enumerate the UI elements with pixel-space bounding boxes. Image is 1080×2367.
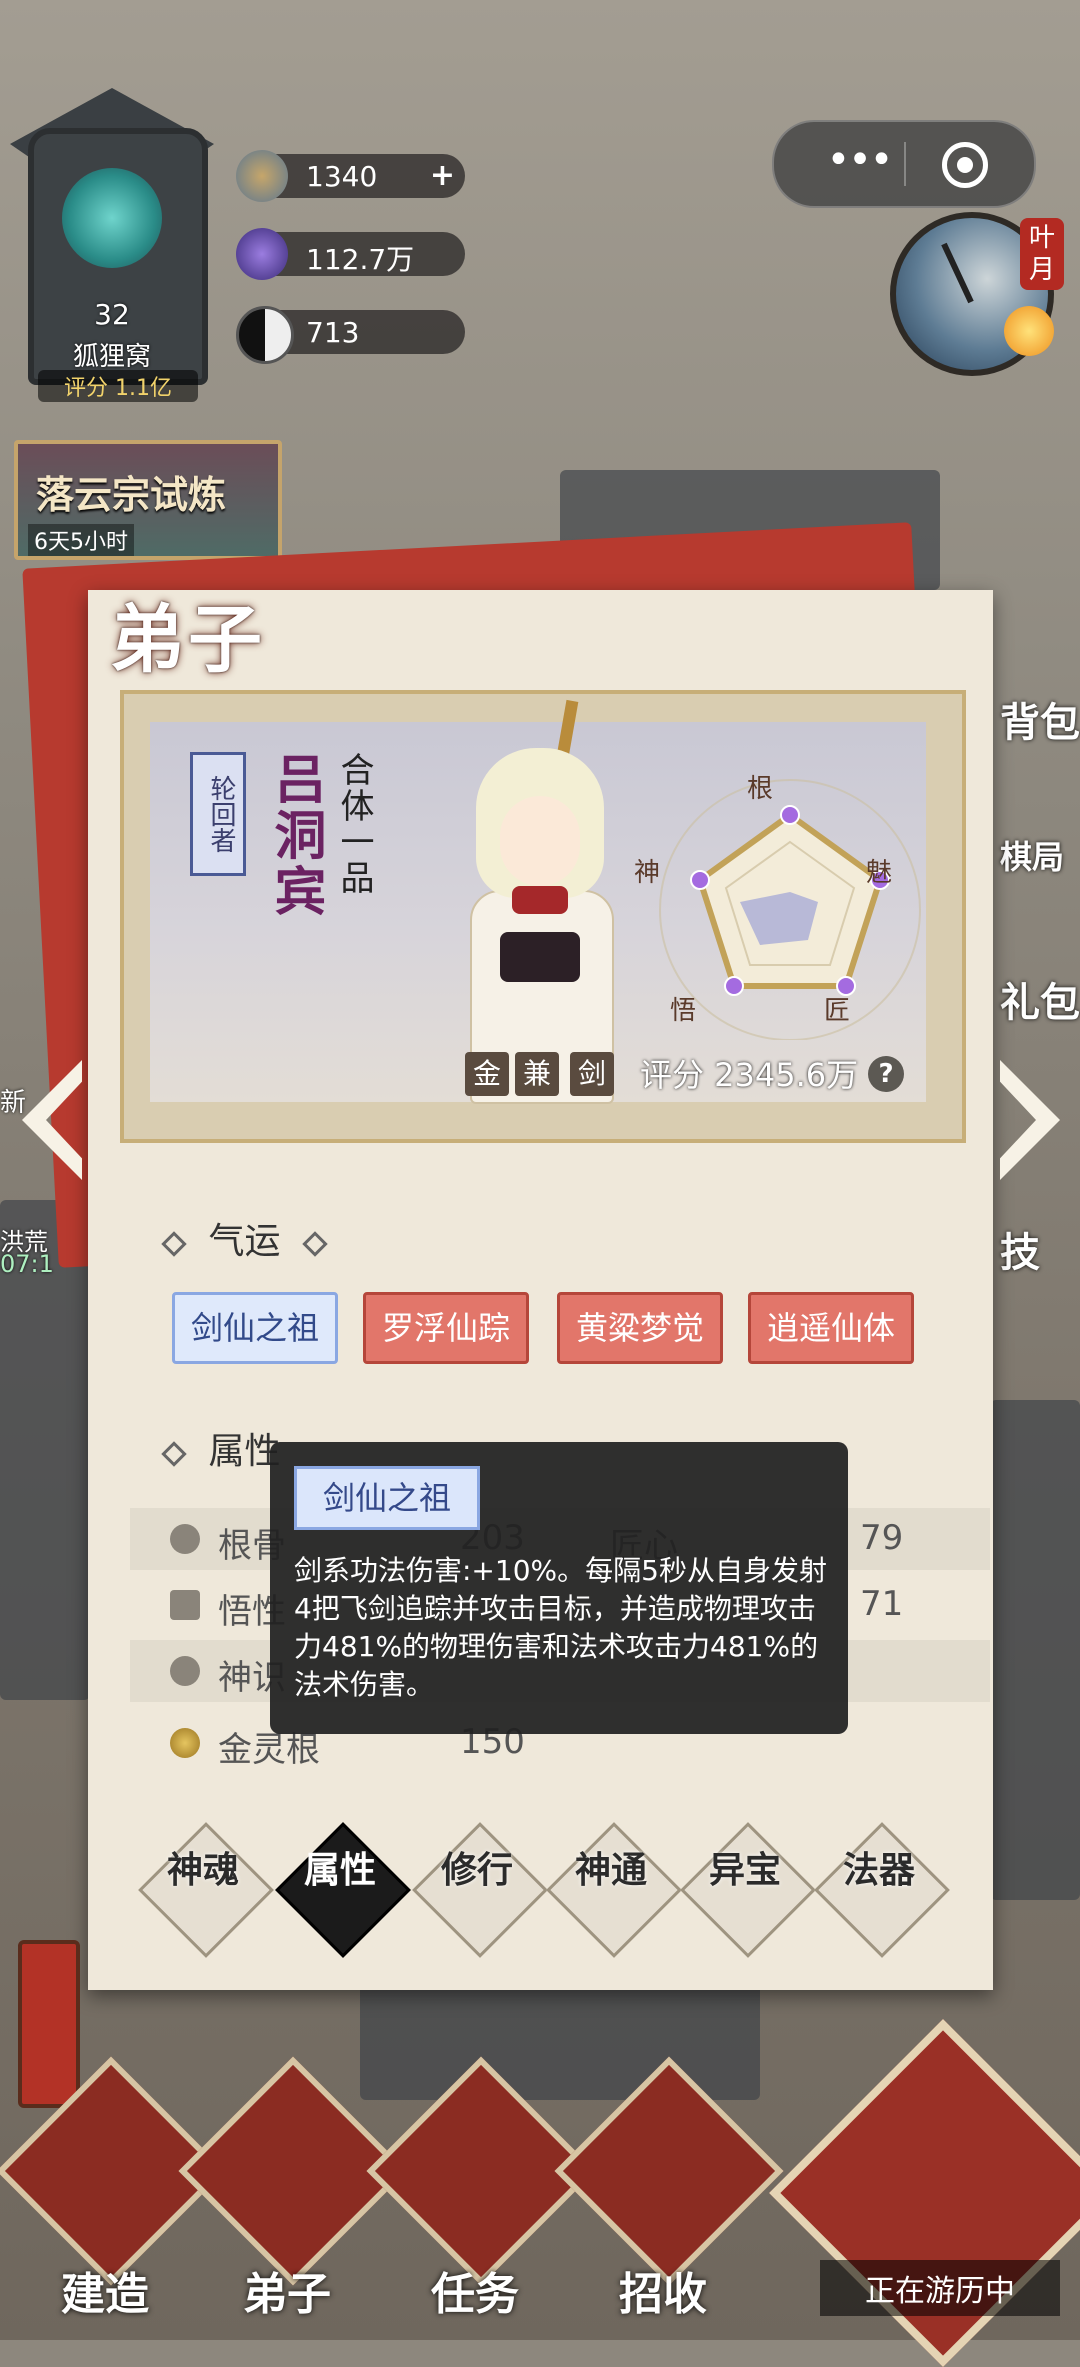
resource-bar-yin-yang[interactable]: 713 [236,306,465,364]
capsule-divider [904,142,906,186]
resource-value: 112.7万 [306,243,415,276]
spirit-sense-icon [170,1656,200,1686]
resource-value: 1340 [306,160,378,193]
background-building [990,1400,1080,1900]
character-figure[interactable] [460,699,620,1110]
background-building [360,1980,760,2100]
character-belt [500,932,580,982]
month-label: 叶月 [1020,218,1064,290]
clock-hand [941,242,974,304]
attributes-section-header: 属性 [161,1422,280,1474]
character-name: 吕洞宾 [265,752,325,920]
insight-book-icon [170,1590,200,1620]
nav-disciples[interactable]: 弟子 [207,2258,367,2322]
attribute-value: 79 [860,1518,904,1558]
tooltip-description: 剑系功法伤害:+10%。每隔5秒从自身发射4把飞剑追踪并攻击目标，并造成物理攻击… [294,1554,827,1701]
more-options-button[interactable]: ••• [804,136,914,192]
fortune-chip-4[interactable]: 逍遥仙体 [748,1292,914,1364]
spirit-stone-icon [236,150,288,202]
tab-attributes[interactable]: 属性 [280,1852,400,1890]
nav-build[interactable]: 建造 [25,2258,185,2322]
character-scarf [512,886,568,914]
fortune-title: 气运 [208,1221,281,1262]
fortune-chip-1[interactable]: 剑仙之祖 [172,1292,338,1364]
metal-root-icon [170,1728,200,1758]
resource-bar-spirit-stone[interactable]: 1340 + [236,150,465,202]
tab-artifact[interactable]: 法器 [819,1852,939,1890]
diamond-icon [161,1441,187,1467]
fortune-section-header: 气运 [161,1212,328,1264]
radar-label-charm: 魅 [866,858,893,888]
attribute-value: 71 [860,1584,904,1624]
player-level: 32 [94,298,130,331]
element-tag-dual: 兼 [515,1052,559,1096]
radar-label-insight: 悟 [670,996,697,1026]
tab-soul[interactable]: 神魂 [143,1852,263,1890]
miniprogram-capsule: ••• [772,120,1036,208]
tab-treasure[interactable]: 异宝 [685,1852,805,1890]
tab-abilities[interactable]: 神通 [551,1852,671,1890]
radar-label-spirit: 神 [634,858,661,888]
sect-crest-icon [62,168,162,268]
diamond-icon [302,1231,328,1257]
crystal-icon [236,228,288,280]
character-score: 评分 2345.6万 [640,1056,859,1094]
sun-icon [1004,306,1054,356]
element-tag-sword: 剑 [570,1052,614,1096]
event-timer: 6天5小时 [28,524,134,556]
rank-tag: 轮回者 [190,752,246,876]
tab-cultivation[interactable]: 修行 [417,1852,537,1890]
radar-label-craft: 匠 [824,996,851,1026]
fortune-chip-2[interactable]: 罗浮仙踪 [363,1292,529,1364]
element-tag-metal: 金 [465,1052,509,1096]
yin-yang-icon [236,306,294,364]
side-menu-gift[interactable]: 礼包 [1000,970,1080,1028]
resource-bar-crystal[interactable]: 112.7万 [236,228,465,280]
fortune-tooltip: 剑仙之祖 剑系功法伤害:+10%。每隔5秒从自身发射4把飞剑追踪并攻击目标，并造… [270,1442,848,1734]
diamond-icon [161,1231,187,1257]
root-bone-icon [170,1524,200,1554]
help-icon[interactable]: ? [868,1056,904,1092]
tooltip-tag: 剑仙之祖 [294,1466,480,1530]
travel-status[interactable]: 正在游历中 [820,2260,1060,2316]
side-menu-skill[interactable]: 技 [1000,1220,1080,1278]
resource-value: 713 [306,316,360,349]
character-face [500,796,580,886]
player-score: 评分 1.1亿 [38,370,198,402]
side-menu-bag[interactable]: 背包 [1000,690,1080,748]
player-emblem[interactable]: 32 狐狸窝 评分 1.1亿 [10,88,220,408]
radar-label-root: 根 [747,774,774,804]
add-resource-button[interactable]: + [430,158,455,193]
nav-recruit[interactable]: 招收 [583,2258,743,2322]
panel-title: 弟子 [110,597,266,683]
player-name: 狐狸窝 [72,342,151,372]
event-banner[interactable]: 落云宗试炼 6天5小时 [14,440,282,560]
character-realm: 合体一品 [334,752,374,896]
close-miniprogram-button[interactable] [942,142,988,188]
fortune-chip-3[interactable]: 黄粱梦觉 [557,1292,723,1364]
nav-tasks[interactable]: 任务 [395,2258,555,2322]
event-title: 落云宗试炼 [36,473,227,517]
side-menu-chess[interactable]: 棋局 [1000,832,1080,878]
scroll-icon[interactable] [18,1940,80,2108]
